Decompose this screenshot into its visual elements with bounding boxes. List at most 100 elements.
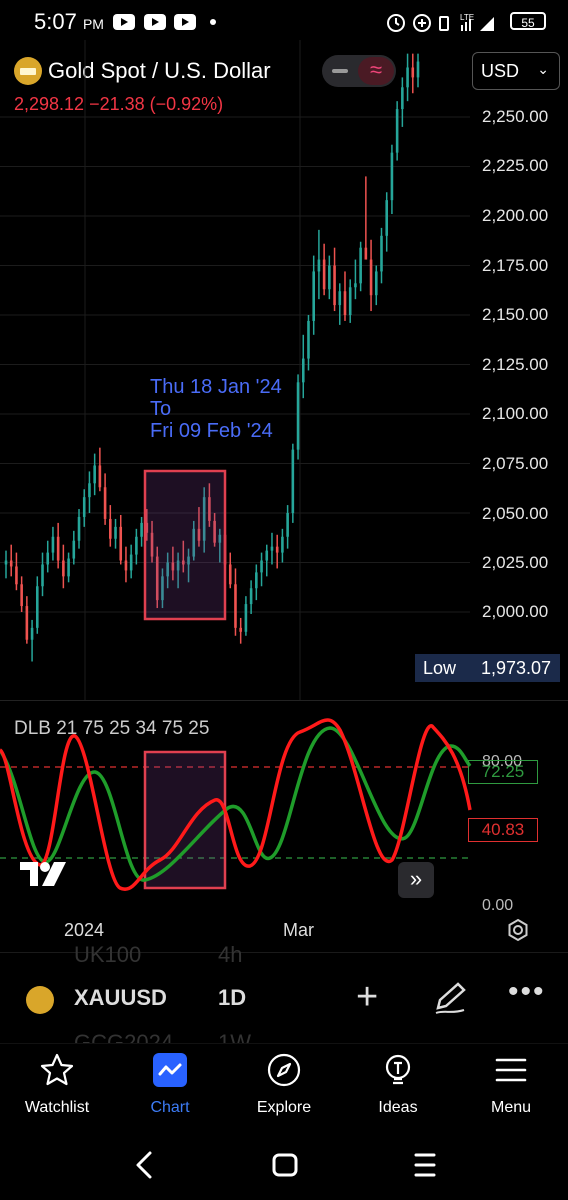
candle-body bbox=[359, 247, 362, 284]
nav-label: Ideas bbox=[378, 1099, 418, 1116]
candle-body bbox=[35, 586, 39, 628]
indicator-lower-tick: 0.00 bbox=[482, 897, 513, 910]
tradingview-logo-icon bbox=[20, 862, 66, 886]
candle-body bbox=[255, 572, 258, 589]
red-value-badge: 40.83 bbox=[468, 818, 538, 842]
price-tick: 2,250.00 bbox=[482, 107, 549, 126]
candle-body bbox=[406, 67, 409, 88]
candle-body bbox=[239, 627, 242, 632]
nav-explore[interactable]: Explore bbox=[227, 1044, 341, 1130]
youtube-icon bbox=[144, 14, 166, 30]
candle-body bbox=[312, 271, 315, 321]
nav-watchlist[interactable]: Watchlist bbox=[0, 1044, 114, 1130]
green-oscillator-line bbox=[0, 726, 472, 882]
price-tick: 2,200.00 bbox=[482, 206, 549, 225]
back-icon[interactable] bbox=[130, 1140, 160, 1190]
candle-body bbox=[328, 265, 331, 290]
candle-body bbox=[260, 560, 263, 573]
candle-body bbox=[281, 536, 284, 553]
candle-body bbox=[401, 87, 404, 110]
candle-body bbox=[93, 465, 96, 484]
candle-body bbox=[301, 358, 305, 383]
candle-body bbox=[317, 259, 321, 272]
candle-body bbox=[395, 109, 399, 153]
candle-body bbox=[88, 483, 91, 498]
candle-body bbox=[354, 283, 357, 288]
candle-body bbox=[9, 560, 13, 567]
candle-body bbox=[114, 526, 117, 539]
candle-body bbox=[82, 497, 86, 517]
interval-selector[interactable]: 1D bbox=[218, 985, 246, 1011]
candle-body bbox=[25, 606, 29, 640]
battery-icon: 55 bbox=[510, 12, 546, 30]
candle-body bbox=[322, 259, 326, 290]
candle-body bbox=[234, 584, 237, 628]
nav-label: Menu bbox=[490, 1099, 532, 1116]
ghost-interval-top: 4h bbox=[218, 942, 243, 967]
candle-body bbox=[77, 516, 81, 541]
indicator-chart[interactable]: 80.00 0.00 bbox=[0, 700, 568, 910]
time-label: 2024 bbox=[64, 920, 105, 940]
status-bar: 5:07 PM LTE 55 bbox=[0, 0, 568, 44]
annotation-line-1: Thu 18 Jan '24 bbox=[150, 376, 282, 398]
candle-body bbox=[249, 588, 253, 605]
candle-body bbox=[135, 536, 138, 555]
candle-body bbox=[369, 259, 373, 296]
candle-body bbox=[411, 67, 415, 78]
candle-body bbox=[56, 536, 60, 561]
notification-dot-icon bbox=[210, 19, 216, 25]
recents-icon[interactable] bbox=[410, 1140, 440, 1190]
status-time: 5:07 PM bbox=[34, 9, 104, 34]
candle-body bbox=[291, 449, 295, 513]
price-tick: 2,100.00 bbox=[482, 404, 549, 423]
date-range-annotation[interactable]: Thu 18 Jan '24 To Fri 09 Feb '24 bbox=[150, 376, 282, 442]
add-icon[interactable]: + bbox=[356, 978, 378, 1016]
candle-body bbox=[140, 522, 143, 537]
candle-body bbox=[270, 546, 274, 551]
price-tick: 2,025.00 bbox=[482, 553, 549, 572]
star-icon bbox=[40, 1053, 74, 1086]
settings-icon[interactable] bbox=[506, 918, 530, 942]
candle-body bbox=[72, 540, 76, 559]
nav-chart[interactable]: Chart bbox=[113, 1044, 227, 1130]
candle-body bbox=[286, 513, 289, 537]
candle-body bbox=[98, 465, 102, 488]
nav-ideas[interactable]: Ideas bbox=[341, 1044, 455, 1130]
candle-body bbox=[416, 61, 420, 78]
youtube-icon bbox=[113, 14, 135, 30]
candle-body bbox=[20, 584, 23, 607]
candle-body bbox=[124, 560, 128, 571]
price-tick: 2,150.00 bbox=[482, 305, 549, 324]
candle-body bbox=[103, 487, 107, 519]
candle-body bbox=[119, 526, 123, 561]
candle-body bbox=[374, 271, 378, 296]
nav-menu[interactable]: Menu bbox=[454, 1044, 568, 1130]
candle-body bbox=[338, 291, 342, 306]
home-icon[interactable] bbox=[270, 1140, 300, 1190]
status-icons: LTE bbox=[387, 13, 494, 32]
candle-body bbox=[385, 200, 389, 236]
youtube-icon bbox=[174, 14, 196, 30]
more-options-icon[interactable]: ••• bbox=[508, 975, 546, 1009]
low-value: 1,973.07 bbox=[481, 658, 552, 678]
candle-body bbox=[129, 554, 133, 571]
signal-bars-icon bbox=[480, 17, 494, 31]
low-price-badge: Low 1,973.07 bbox=[415, 654, 560, 682]
low-label: Low bbox=[423, 658, 457, 678]
drawing-pencil-icon[interactable] bbox=[432, 980, 468, 1016]
candle-body bbox=[46, 552, 50, 565]
candle-body bbox=[380, 235, 383, 272]
price-tick: 2,175.00 bbox=[482, 256, 549, 275]
expand-panel-button[interactable]: » bbox=[398, 862, 434, 898]
candle-body bbox=[296, 382, 300, 450]
candle-body bbox=[228, 564, 232, 585]
nav-label: Explore bbox=[256, 1099, 312, 1116]
candle-body bbox=[265, 550, 269, 561]
nav-label: Watchlist bbox=[24, 1099, 90, 1116]
candle-body bbox=[364, 247, 368, 260]
price-tick: 2,000.00 bbox=[482, 602, 549, 621]
compass-icon bbox=[267, 1053, 301, 1087]
vibrate-icon bbox=[439, 16, 449, 31]
time-label: Mar bbox=[283, 920, 314, 940]
symbol-selector[interactable]: XAUUSD bbox=[74, 985, 167, 1011]
